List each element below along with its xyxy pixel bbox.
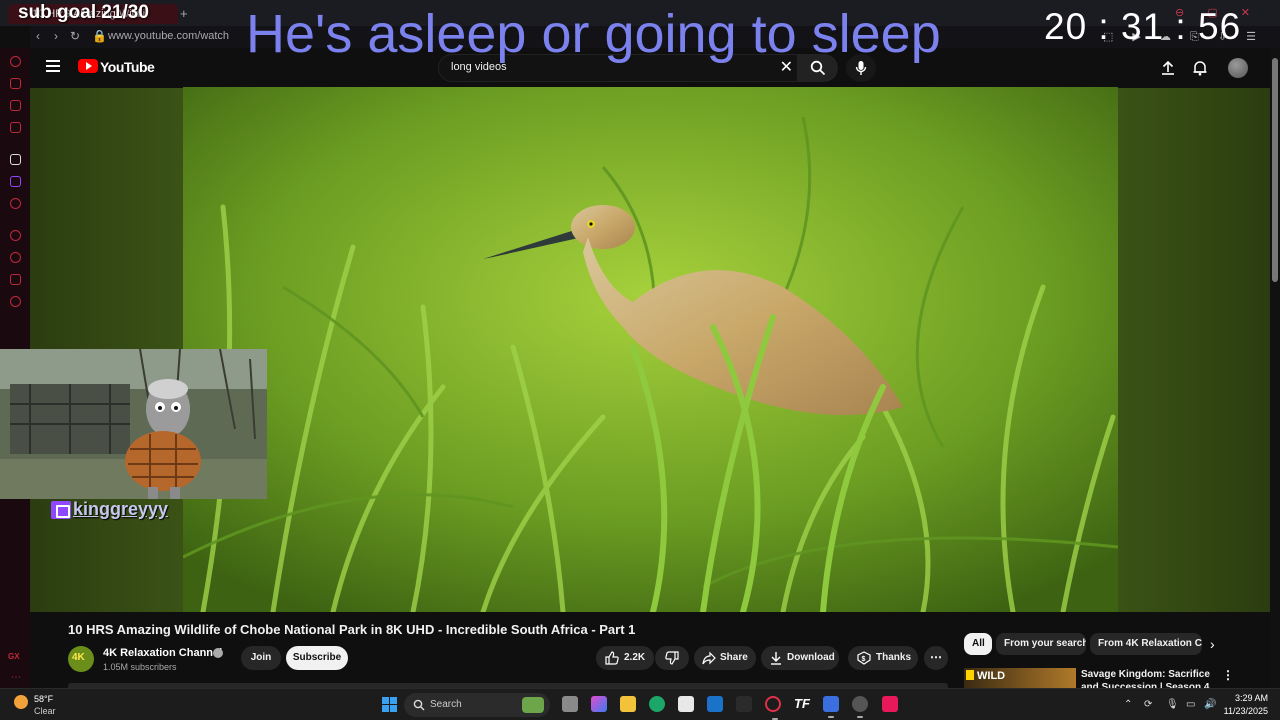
recommended-video-thumbnail[interactable]: WILD — [964, 668, 1076, 688]
twitch-icon — [51, 501, 71, 519]
like-count: 2.2K — [624, 652, 646, 663]
taskbar-search-icon — [413, 699, 425, 711]
sidebar-twitch-icon[interactable] — [10, 176, 21, 187]
youtube-logo-text[interactable]: YouTube — [100, 59, 155, 75]
hamburger-menu-icon[interactable] — [46, 60, 60, 72]
taskbar-search[interactable]: Search — [404, 693, 550, 717]
thanks-button[interactable]: $ Thanks — [848, 646, 918, 670]
share-label: Share — [720, 652, 748, 663]
sidebar-news-icon[interactable] — [10, 122, 21, 133]
sub-goal-overlay: sub goal 21/30 — [18, 2, 149, 23]
like-button[interactable]: 2.2K — [596, 646, 654, 670]
scrollbar-thumb[interactable] — [1272, 58, 1278, 282]
lock-icon: 🔒 — [92, 29, 107, 43]
twitch-username: kinggreyyy — [73, 499, 169, 519]
recommended-menu-icon[interactable]: ⋮ — [1222, 668, 1234, 682]
join-button[interactable]: Join — [241, 646, 281, 670]
weather-temperature[interactable]: 58°F — [34, 694, 53, 704]
thumbs-down-icon — [665, 651, 679, 665]
weather-condition[interactable]: Clear — [34, 706, 56, 716]
chip-all[interactable]: All — [964, 633, 992, 655]
sidebar-speed-icon[interactable] — [10, 78, 21, 89]
sidebar-gx-logo: GX — [8, 652, 20, 661]
taskbar-date[interactable]: 11/23/2025 — [1214, 706, 1268, 716]
sidebar-gx-control-icon[interactable] — [10, 56, 21, 67]
chip-from-your-search[interactable]: From your search — [996, 633, 1086, 655]
tiktok-icon[interactable] — [882, 696, 898, 712]
channel-avatar-text: 4K — [72, 652, 85, 663]
sidebar-extensions-icon[interactable] — [10, 274, 21, 285]
sidebar-more-icon[interactable]: ⋯ — [11, 672, 21, 683]
download-icon — [771, 652, 781, 665]
url-field[interactable]: www.youtube.com/watch — [108, 30, 229, 42]
weather-icon[interactable] — [14, 695, 28, 709]
download-button[interactable]: Download — [761, 646, 839, 670]
sidebar-ai-icon[interactable] — [10, 154, 21, 165]
video-player[interactable] — [183, 87, 1118, 612]
taskbar-time[interactable]: 3:29 AM — [1226, 693, 1268, 703]
outlook-icon[interactable] — [707, 696, 723, 712]
channel-name[interactable]: 4K Relaxation Channel — [103, 647, 222, 659]
sidebar-music-icon[interactable] — [10, 198, 21, 209]
super-thanks-icon: $ — [857, 651, 871, 665]
youtube-logo-icon[interactable] — [78, 59, 98, 73]
forward-icon[interactable]: › — [54, 29, 58, 43]
heron-in-grass-frame — [183, 87, 1118, 612]
back-icon[interactable]: ‹ — [36, 29, 40, 43]
copilot-icon[interactable] — [591, 696, 607, 712]
avatar-character-image — [0, 349, 267, 499]
subscriber-count: 1.05M subscribers — [103, 662, 177, 672]
stream-clock-overlay: 20 : 31 : 56 — [1044, 6, 1242, 47]
store-icon[interactable] — [678, 696, 694, 712]
tray-mic-icon[interactable]: 🎙 — [1166, 699, 1179, 710]
shortcut-app-icon[interactable] — [823, 696, 839, 718]
sidebar-history-icon[interactable] — [10, 252, 21, 263]
verified-badge-icon — [213, 648, 223, 658]
upload-icon[interactable] — [1160, 60, 1176, 76]
search-highlight-icon — [522, 697, 544, 713]
file-explorer-icon[interactable] — [620, 696, 636, 712]
thanks-label: Thanks — [876, 652, 912, 663]
windows-start-icon[interactable] — [382, 697, 398, 713]
more-actions-button[interactable]: ⋯ — [924, 646, 948, 670]
sidebar-messenger-icon[interactable] — [10, 100, 21, 111]
streamer-avatar-cam — [0, 349, 267, 499]
svg-text:$: $ — [862, 656, 866, 663]
unknown-app-icon[interactable] — [736, 696, 752, 712]
notifications-bell-icon[interactable] — [1192, 60, 1208, 76]
tray-overflow-icon[interactable]: ⌃ — [1124, 699, 1132, 710]
share-icon — [702, 651, 716, 665]
chips-next-arrow-icon[interactable]: › — [1210, 636, 1215, 652]
recommended-video-title[interactable]: Savage Kingdom: Sacrifice and Succession… — [1081, 668, 1221, 688]
task-view-icon[interactable] — [562, 696, 578, 712]
obs-icon[interactable] — [852, 696, 868, 718]
account-avatar[interactable] — [1228, 58, 1248, 78]
tray-network-icon[interactable]: ▭ — [1186, 699, 1195, 710]
page-scrollbar[interactable] — [1270, 48, 1280, 688]
video-title: 10 HRS Amazing Wildlife of Chobe Nationa… — [68, 622, 636, 637]
tf-app-icon[interactable]: TF — [794, 696, 810, 712]
subscribe-button[interactable]: Subscribe — [286, 646, 348, 670]
new-tab-icon[interactable]: + — [180, 6, 188, 21]
opera-gx-icon[interactable] — [765, 696, 781, 720]
sidebar-settings-icon[interactable] — [10, 296, 21, 307]
dislike-button[interactable] — [655, 646, 689, 670]
download-label: Download — [787, 652, 835, 663]
chip-from-channel[interactable]: From 4K Relaxation Ch — [1090, 633, 1202, 655]
thumbs-up-icon — [605, 651, 619, 665]
stream-title-overlay: He's asleep or going to sleep — [246, 4, 941, 64]
channel-avatar[interactable]: 4K — [68, 646, 94, 672]
windows-taskbar: 58°F Clear Search TF ⌃ ⟳ 🎙 ▭ 🔊 3:29 AM 1… — [0, 688, 1280, 720]
recommended-thumbnail-badge: WILD — [966, 670, 1005, 682]
tray-sync-icon[interactable]: ⟳ — [1144, 699, 1152, 710]
taskbar-search-label: Search — [430, 699, 462, 710]
share-button[interactable]: Share — [694, 646, 756, 670]
reload-icon[interactable]: ↻ — [70, 29, 80, 43]
edge-icon[interactable] — [649, 696, 665, 712]
sidebar-player-icon[interactable] — [10, 230, 21, 241]
